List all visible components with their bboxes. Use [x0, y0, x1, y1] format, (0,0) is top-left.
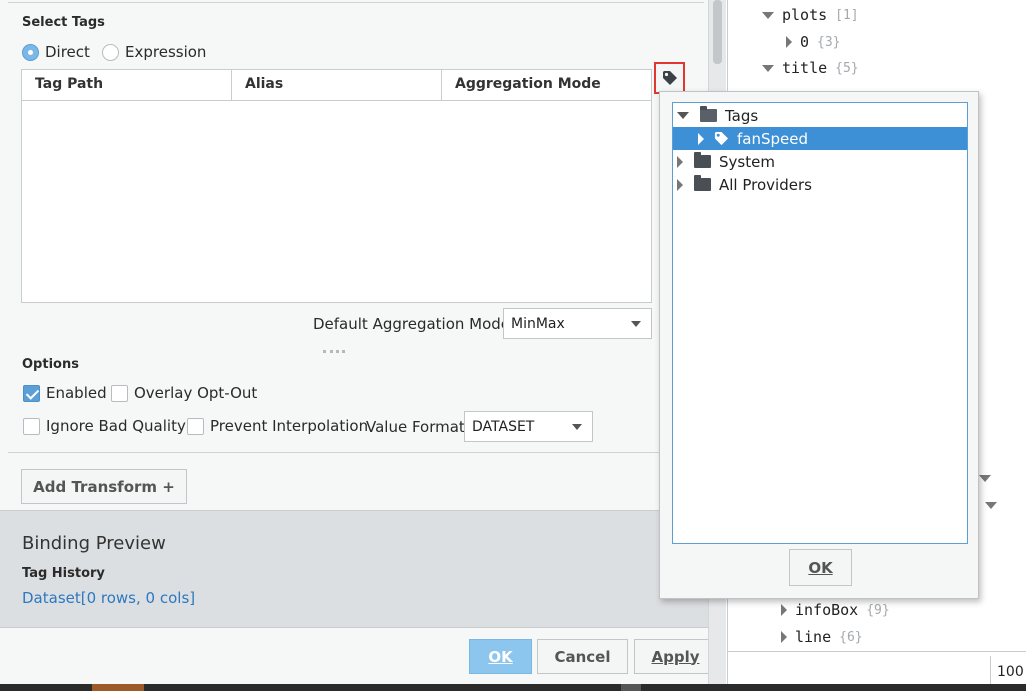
zoom-field[interactable]: 100 — [990, 656, 1026, 684]
binding-preview-subtitle: Tag History — [22, 566, 105, 581]
add-transform-button[interactable]: Add Transform + — [21, 469, 187, 504]
collapse-arrow-icon[interactable] — [677, 155, 683, 168]
radio-expression[interactable]: Expression — [102, 43, 206, 61]
checkbox-icon — [187, 417, 204, 435]
tag-icon — [662, 71, 677, 85]
tree-node-tags[interactable]: Tags — [673, 104, 967, 127]
collapse-arrow-icon[interactable] — [786, 36, 792, 48]
expand-arrow-icon[interactable] — [677, 112, 689, 119]
taskbar-item[interactable] — [92, 684, 144, 691]
tree-node-label: Tags — [725, 106, 759, 125]
binding-preview-panel: Binding Preview Tag History Dataset[0 ro… — [0, 510, 708, 628]
expand-arrow-icon[interactable] — [985, 502, 997, 509]
radio-expression-label: Expression — [125, 43, 207, 61]
column-header-alias[interactable]: Alias — [232, 70, 442, 100]
folder-icon — [694, 152, 711, 168]
ignore-bad-quality-label: Ignore Bad Quality — [46, 417, 186, 435]
tree-key: plots — [782, 6, 828, 24]
radio-off-icon — [102, 43, 119, 61]
overlay-opt-out-label: Overlay Opt-Out — [134, 384, 258, 402]
collapse-arrow-icon[interactable] — [781, 631, 787, 643]
tree-node-label: System — [719, 152, 775, 171]
overlay-opt-out-checkbox[interactable]: Overlay Opt-Out — [111, 384, 257, 402]
folder-open-icon — [700, 106, 717, 122]
drag-handle[interactable] — [323, 350, 345, 353]
tree-row-0[interactable]: 0 {3} — [786, 33, 841, 51]
tree-key: line — [795, 628, 832, 646]
tag-table-header: Tag Path Alias Aggregation Mode — [22, 70, 651, 101]
tag-browser-ok-button[interactable]: OK — [789, 549, 852, 586]
default-aggregation-select[interactable]: MinMax — [503, 308, 652, 339]
tree-count: {6} — [839, 629, 863, 645]
folder-icon — [694, 175, 711, 191]
value-format-label: Value Format — [366, 418, 465, 436]
tree-node-system[interactable]: System — [673, 150, 967, 173]
column-header-tag-path[interactable]: Tag Path — [22, 70, 232, 100]
binding-dialog: Select Tags Direct Expression Tag Path A… — [0, 0, 726, 684]
prevent-interpolation-checkbox[interactable]: Prevent Interpolation — [187, 417, 368, 435]
divider — [8, 452, 708, 453]
tree-node-fanspeed[interactable]: fanSpeed — [673, 127, 967, 150]
value-format-value: DATASET — [472, 418, 535, 435]
tree-count: [1] — [835, 7, 859, 23]
select-tags-label: Select Tags — [22, 15, 105, 30]
enabled-label: Enabled — [46, 384, 107, 402]
cancel-button[interactable]: Cancel — [537, 639, 628, 674]
taskbar-item[interactable] — [621, 684, 641, 691]
ignore-bad-quality-checkbox[interactable]: Ignore Bad Quality — [23, 417, 186, 435]
divider — [8, 2, 704, 3]
collapse-arrow-icon[interactable] — [677, 178, 683, 191]
collapse-arrow-icon[interactable] — [781, 604, 787, 616]
checkbox-icon — [23, 417, 40, 435]
tree-key: 0 — [800, 33, 810, 51]
collapse-arrow-icon[interactable] — [698, 132, 704, 145]
chevron-down-icon — [631, 321, 641, 327]
tree-row-line[interactable]: line {6} — [781, 628, 863, 646]
expand-arrow-icon[interactable] — [762, 11, 774, 19]
taskbar — [0, 684, 1026, 691]
divider — [728, 651, 1026, 652]
column-header-aggregation-mode[interactable]: Aggregation Mode — [442, 70, 651, 100]
default-aggregation-value: MinMax — [511, 315, 565, 332]
radio-direct-label: Direct — [45, 43, 90, 61]
enabled-checkbox[interactable]: Enabled — [23, 384, 107, 402]
binding-preview-title: Binding Preview — [22, 533, 166, 554]
tag-browser-tree[interactable]: Tags fanSpeed System All Providers — [672, 102, 968, 544]
radio-on-icon — [22, 43, 39, 61]
value-format-select[interactable]: DATASET — [464, 411, 593, 442]
checkbox-checked-icon — [23, 384, 40, 402]
tree-node-label: fanSpeed — [737, 129, 809, 148]
tag-table[interactable]: Tag Path Alias Aggregation Mode — [21, 69, 652, 303]
default-aggregation-label: Default Aggregation Mode — [313, 315, 511, 333]
tree-row-infobox[interactable]: infoBox {9} — [781, 601, 890, 619]
ok-button[interactable]: OK — [469, 639, 532, 674]
tag-icon — [714, 131, 729, 146]
scrollbar-thumb[interactable] — [713, 0, 722, 64]
apply-button[interactable]: Apply — [634, 639, 717, 674]
tree-node-label: All Providers — [719, 175, 812, 194]
tree-key: infoBox — [795, 601, 859, 619]
tree-count: {9} — [866, 602, 890, 618]
options-label: Options — [22, 357, 79, 372]
tag-browser-popup: Tags fanSpeed System All Providers OK — [659, 91, 979, 599]
tree-node-all-providers[interactable]: All Providers — [673, 173, 967, 196]
tree-row-title[interactable]: title {5} — [762, 59, 859, 77]
prevent-interpolation-label: Prevent Interpolation — [210, 417, 369, 435]
expand-arrow-icon[interactable] — [762, 64, 774, 72]
tree-count: {3} — [817, 34, 841, 50]
radio-direct[interactable]: Direct — [22, 43, 90, 61]
binding-preview-value[interactable]: Dataset[0 rows, 0 cols] — [22, 589, 195, 607]
tree-key: title — [782, 59, 828, 77]
chevron-down-icon — [572, 424, 582, 430]
checkbox-icon — [111, 384, 128, 402]
tree-count: {5} — [835, 60, 859, 76]
expand-arrow-icon[interactable] — [979, 475, 991, 482]
browse-tags-button[interactable] — [654, 62, 685, 94]
tree-row-plots[interactable]: plots [1] — [762, 6, 859, 24]
